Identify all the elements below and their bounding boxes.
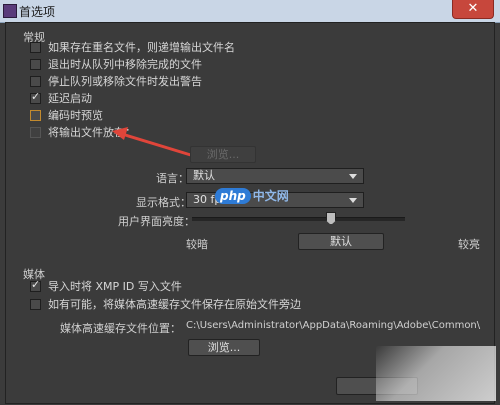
option-remove-finished[interactable]: 退出时从队列中移除完成的文件 — [30, 57, 202, 71]
option-label: 如有可能，将媒体高速缓存文件保存在原始文件旁边 — [48, 298, 301, 311]
checkbox-checked[interactable] — [30, 90, 41, 104]
checkbox[interactable] — [30, 58, 41, 70]
title-bar: 首选项 ✕ — [0, 0, 500, 23]
cache-location-label: 媒体高速缓存文件位置： — [60, 322, 181, 335]
option-write-xmp[interactable]: 导入时将 XMP ID 写入文件 — [30, 278, 182, 293]
brightness-light-label: 较亮 — [458, 238, 480, 251]
option-label: 退出时从队列中移除完成的文件 — [48, 58, 202, 71]
annotation-arrow-icon — [112, 127, 196, 158]
option-label: 如果存在重名文件，则递增输出文件名 — [48, 41, 235, 54]
language-value: 默认 — [193, 169, 215, 182]
window-title: 首选项 — [19, 5, 56, 19]
brightness-default-button[interactable]: 默认 — [298, 233, 384, 250]
language-label: 语言： — [156, 172, 189, 185]
option-label: 延迟启动 — [48, 92, 92, 105]
option-increment-filename[interactable]: 如果存在重名文件，则递增输出文件名 — [30, 40, 235, 54]
option-save-cache-beside[interactable]: 如有可能，将媒体高速缓存文件保存在原始文件旁边 — [30, 297, 301, 311]
checkbox-checked[interactable] — [30, 278, 41, 292]
close-button[interactable]: ✕ — [452, 0, 494, 19]
option-label: 编码时预览 — [48, 109, 103, 122]
brightness-dark-label: 较暗 — [186, 238, 208, 251]
app-icon — [3, 4, 17, 18]
ui-brightness-label: 用户界面亮度： — [118, 215, 195, 228]
brightness-slider-track[interactable] — [192, 217, 405, 221]
language-select[interactable]: 默认 — [186, 168, 364, 184]
checkbox[interactable] — [30, 298, 41, 310]
chevron-down-icon — [349, 174, 357, 179]
watermark-text: 中文网 — [252, 189, 289, 203]
checkbox[interactable] — [30, 126, 41, 138]
option-delay-start[interactable]: 延迟启动 — [30, 90, 92, 105]
option-label: 停止队列或移除文件时发出警告 — [48, 75, 202, 88]
browse-cache-button[interactable]: 浏览... — [188, 339, 260, 356]
checkbox[interactable] — [30, 109, 41, 121]
cache-location-path: C:\Users\Administrator\AppData\Roaming\A… — [186, 320, 481, 331]
option-preview-encoding[interactable]: 编码时预览 — [30, 108, 103, 122]
watermark-logo: php — [215, 188, 251, 204]
watermark: php 中文网 — [215, 187, 289, 204]
option-warn-on-stop[interactable]: 停止队列或移除文件时发出警告 — [30, 74, 202, 88]
corner-watermark — [376, 346, 496, 401]
option-label: 导入时将 XMP ID 写入文件 — [48, 280, 182, 293]
display-format-label: 显示格式： — [136, 196, 191, 209]
browse-output-button[interactable]: 浏览... — [190, 146, 256, 163]
checkbox[interactable] — [30, 75, 41, 87]
checkbox[interactable] — [30, 41, 41, 53]
chevron-down-icon — [349, 198, 357, 203]
